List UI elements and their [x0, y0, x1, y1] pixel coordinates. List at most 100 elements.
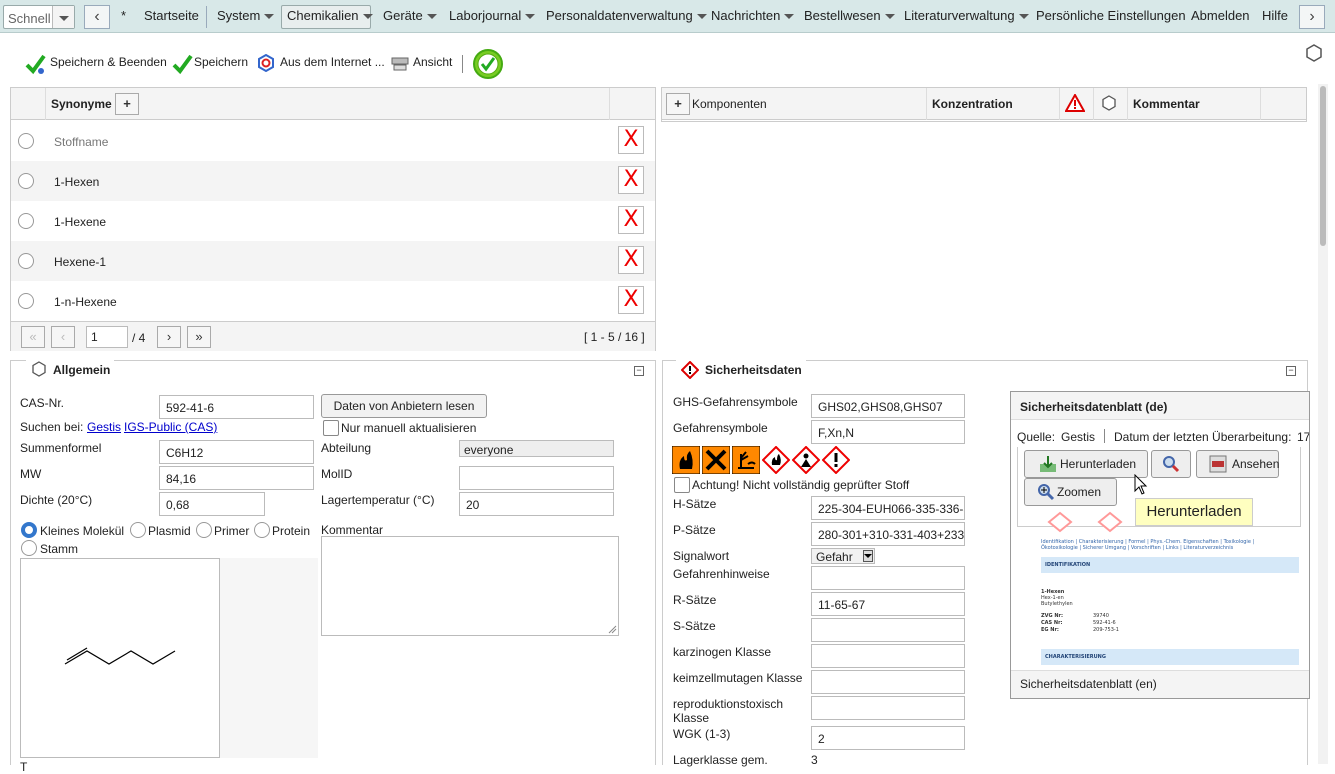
hazard-notes-input[interactable] [811, 566, 965, 590]
storage-class-label: Lagerklasse gem. [673, 753, 768, 767]
sds-search-button[interactable] [1151, 450, 1191, 478]
mw-input[interactable]: 84,16 [159, 466, 314, 490]
menu-abmelden[interactable]: Abmelden [1191, 8, 1250, 23]
synonym-row[interactable]: 1-Hexene X [11, 201, 655, 241]
synonym-radio[interactable] [18, 293, 34, 309]
type-radio-plasmid[interactable] [130, 522, 146, 538]
hazard-symbols-input[interactable]: F,Xn,N [811, 420, 965, 444]
comment-textarea[interactable] [321, 536, 619, 636]
p-phrases-input[interactable]: 280-301+310-331-403+233- [811, 522, 965, 546]
quick-select[interactable]: Schnell [3, 5, 75, 29]
manual-update-checkbox[interactable] [323, 420, 339, 436]
synonym-row[interactable]: Hexene-1 X [11, 241, 655, 281]
chevron-down-icon[interactable] [863, 550, 873, 562]
menu-startseite[interactable]: Startseite [144, 8, 199, 23]
menu-personaldatenverwaltung[interactable]: Personaldatenverwaltung [546, 8, 707, 23]
add-synonym-button[interactable]: + [115, 93, 139, 115]
s-phrases-label: S-Sätze [673, 619, 716, 633]
page-input[interactable]: 1 [86, 326, 128, 348]
ghs-symbols-input[interactable]: GHS02,GHS08,GHS07 [811, 394, 965, 418]
menu-bestellwesen[interactable]: Bestellwesen [804, 8, 895, 23]
r-phrases-input[interactable]: 11-65-67 [811, 592, 965, 616]
structure-drawing[interactable] [20, 558, 220, 758]
add-component-button[interactable]: + [666, 93, 690, 115]
type-radio-primer[interactable] [196, 522, 212, 538]
menu-system[interactable]: System [217, 8, 275, 23]
collapse-general-button[interactable]: − [634, 366, 644, 376]
synonym-name[interactable]: 1-Hexene [54, 215, 106, 229]
first-page-button[interactable]: « [21, 326, 45, 348]
mutagen-class-input[interactable] [811, 670, 965, 694]
sds-english-link[interactable]: Sicherheitsdatenblatt (en) [1020, 677, 1157, 691]
s-phrases-input[interactable] [811, 618, 965, 642]
from-internet-button[interactable]: Aus dem Internet ... [280, 55, 385, 69]
molid-input[interactable] [459, 466, 614, 490]
caution-checkbox[interactable] [674, 477, 690, 493]
delete-synonym-button[interactable]: X [618, 166, 644, 194]
storage-temp-input[interactable]: 20 [459, 492, 614, 516]
menu-star[interactable]: * [121, 8, 126, 23]
delete-synonym-button[interactable]: X [618, 246, 644, 274]
type-radio-small-molecule[interactable] [21, 522, 37, 538]
formula-input[interactable]: C6H12 [159, 440, 314, 464]
gestis-link[interactable]: Gestis [87, 420, 121, 434]
prev-page-button[interactable]: ‹ [51, 326, 75, 348]
chevron-down-icon[interactable] [52, 6, 74, 28]
reprotoxic-class-input[interactable] [811, 696, 965, 720]
resize-handle-icon[interactable] [607, 624, 617, 634]
next-page-button[interactable]: › [157, 326, 181, 348]
synonym-radio[interactable] [18, 253, 34, 269]
type-radio-stamm[interactable] [21, 540, 37, 556]
delete-synonym-button[interactable]: X [618, 286, 644, 314]
menu-geraete[interactable]: Geräte [383, 8, 437, 23]
save-close-button[interactable]: Speichern & Beenden [50, 55, 167, 69]
delete-synonym-button[interactable]: X [618, 206, 644, 234]
synonym-name[interactable]: Hexene-1 [54, 255, 106, 269]
signal-word-select[interactable]: Gefahr [811, 548, 875, 564]
synonym-radio[interactable] [18, 133, 34, 149]
menu-literaturverwaltung[interactable]: Literaturverwaltung [904, 8, 1029, 23]
synonym-radio[interactable] [18, 173, 34, 189]
type-radio-protein[interactable] [254, 522, 270, 538]
sds-view-button[interactable]: Ansehen [1196, 450, 1279, 478]
menu-hilfe[interactable]: Hilfe [1262, 8, 1288, 23]
menu-chemikalien[interactable]: Chemikalien [287, 8, 373, 23]
comment-column-title: Kommentar [1133, 97, 1200, 111]
hexagon-icon[interactable] [1305, 44, 1323, 62]
collapse-safety-button[interactable]: − [1286, 366, 1296, 376]
carcinogen-class-input[interactable] [811, 644, 965, 668]
synonym-row[interactable]: 1-n-Hexene X [11, 281, 655, 321]
sds-doc-section-identification: IDENTIFIKATION [1045, 562, 1091, 568]
synonym-radio[interactable] [18, 213, 34, 229]
view-button[interactable]: Ansicht [413, 55, 452, 69]
save-button[interactable]: Speichern [194, 55, 248, 69]
last-page-button[interactable]: » [187, 326, 211, 348]
reprotoxic-class-label: reproduktionstoxisch Klasse [673, 697, 784, 725]
igs-public-link[interactable]: IGS-Public (CAS) [124, 420, 217, 434]
fetch-supplier-data-button[interactable]: Daten von Anbietern lesen [321, 394, 487, 418]
synonym-name[interactable]: 1-n-Hexene [54, 295, 117, 309]
menu-laborjournal[interactable]: Laborjournal [449, 8, 536, 23]
ok-circle-check-icon[interactable] [472, 48, 504, 80]
concentration-column-title: Konzentration [932, 97, 1013, 111]
page-scrollbar-thumb[interactable] [1320, 86, 1326, 246]
synonym-name[interactable]: 1-Hexen [54, 175, 99, 189]
cas-input[interactable]: 592-41-6 [159, 395, 314, 419]
density-input[interactable]: 0,68 [159, 492, 265, 516]
delete-synonym-button[interactable]: X [618, 126, 644, 154]
synonym-row[interactable]: 1-Hexen X [11, 161, 655, 201]
h-phrases-input[interactable]: 225-304-EUH066-335-336-3 [811, 496, 965, 520]
sds-download-button[interactable]: Herunterladen [1024, 450, 1148, 478]
sds-revision-value: 17 [1297, 430, 1310, 444]
sds-document-preview[interactable]: Identifikation | Charakterisierung | For… [1041, 511, 1305, 670]
wgk-input[interactable]: 2 [811, 726, 965, 750]
synonym-name[interactable]: Stoffname [54, 135, 108, 149]
menu-nachrichten[interactable]: Nachrichten [711, 8, 795, 23]
menu-scroll-right-button[interactable]: › [1299, 5, 1325, 29]
menu-scroll-left-button[interactable]: ‹ [84, 5, 110, 29]
synonym-row[interactable]: Stoffname X [11, 121, 655, 161]
menu-persoenliche-einstellungen[interactable]: Persönliche Einstellungen [1036, 8, 1186, 23]
sds-zoom-button[interactable]: Zoomen [1024, 478, 1117, 506]
general-section-title: Allgemein [53, 363, 111, 377]
department-select[interactable]: everyone [459, 440, 614, 457]
